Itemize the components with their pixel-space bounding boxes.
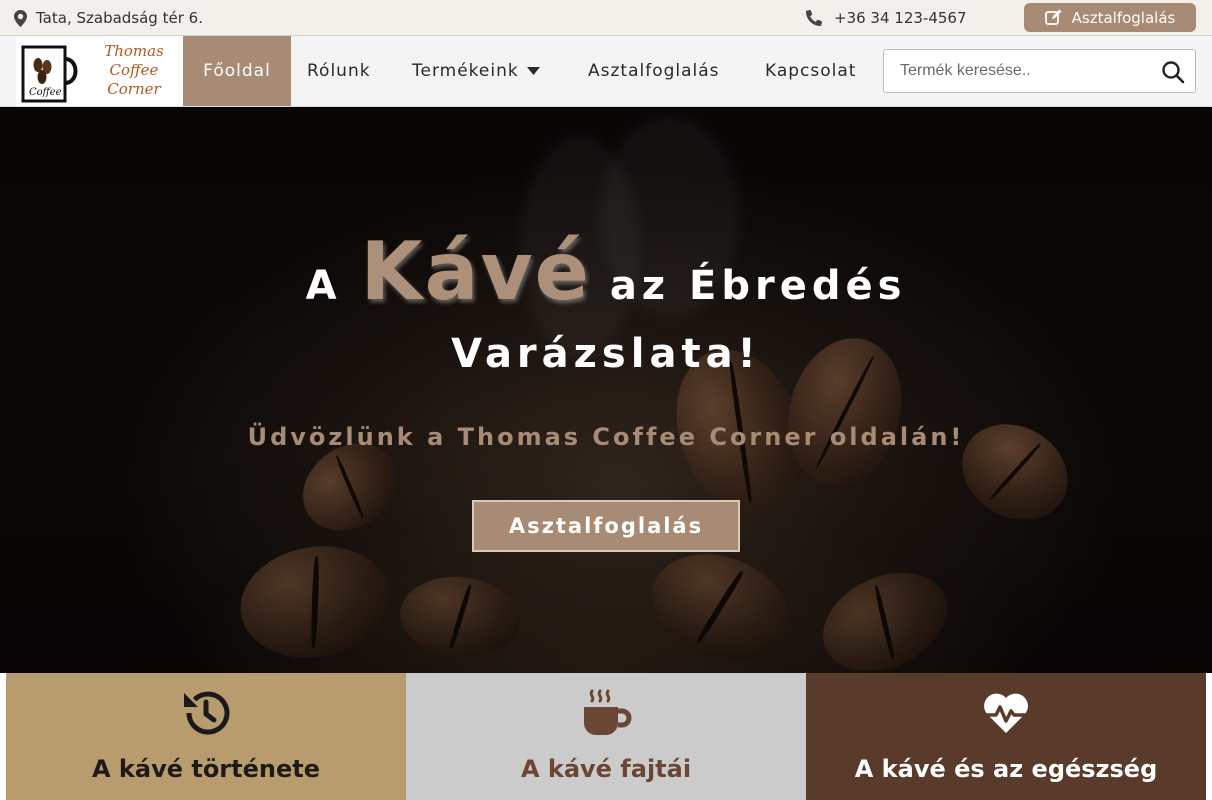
nav-item-home[interactable]: Főoldal [183,36,291,106]
coffee-cup-icon [584,689,632,735]
brand-line2: Corner [107,80,161,98]
hero-title-pre: A [305,263,342,309]
hero-title-post: az Ébredés [609,263,907,309]
hero-title-accent: Kávé [360,225,591,318]
address: Tata, Szabadság tér 6. [14,0,203,36]
mug-text: Coffee [29,87,62,98]
search-input[interactable] [884,50,1152,92]
nav-item-label: Rólunk [307,61,371,81]
edit-icon [1044,9,1062,25]
brand-name: Thomas Coffee Corner [88,42,180,99]
hero-subtitle: Üdvözlünk a Thomas Coffee Corner oldalán… [247,423,965,451]
search-icon[interactable] [1161,60,1185,84]
top-info-bar: Tata, Szabadság tér 6. +36 34 123-4567 A… [0,0,1212,36]
hero-overlay [0,107,1212,673]
phone-icon [806,10,822,26]
card-title: A kávé története [91,755,321,783]
hero-reserve-label: Asztalfoglalás [508,514,704,538]
nav-item-products[interactable]: Termékeink [412,36,540,106]
heartbeat-icon [984,693,1028,733]
search-box [883,49,1196,93]
history-icon [184,691,230,735]
main-navbar: Coffee Thomas Coffee Corner Főoldal Rólu… [0,36,1212,107]
top-reserve-label: Asztalfoglalás [1071,8,1176,27]
nav-item-about[interactable]: Rólunk [307,36,371,106]
nav-item-label: Kapcsolat [765,61,857,81]
map-pin-icon [14,9,27,27]
hero-title-line2: Varázslata! [451,331,761,377]
card-title: A kávé fajtái [520,755,692,783]
phone-number[interactable]: +36 34 123-4567 [806,0,967,36]
card-coffee-history[interactable]: A kávé története [6,673,406,800]
caret-down-icon [526,66,540,75]
hero-reserve-button[interactable]: Asztalfoglalás [472,500,740,552]
top-reserve-button[interactable]: Asztalfoglalás [1024,3,1196,32]
address-text: Tata, Szabadság tér 6. [36,9,203,27]
card-coffee-types[interactable]: A kávé fajtái [406,673,806,800]
card-title: A kávé és az egészség [854,755,1158,783]
hero-title: A Kávé az Ébredés Varázslata! [0,232,1212,385]
card-coffee-health[interactable]: A kávé és az egészség [806,673,1206,800]
hero-section: A Kávé az Ébredés Varázslata! Üdvözlünk … [0,107,1212,673]
nav-item-contact[interactable]: Kapcsolat [765,36,856,106]
brand-line1: Thomas Coffee [104,42,164,79]
phone-text: +36 34 123-4567 [834,9,967,27]
nav-item-label: Asztalfoglalás [588,61,720,81]
nav-item-label: Főoldal [203,61,271,81]
nav-item-label: Termékeink [412,61,519,81]
nav-item-reservation[interactable]: Asztalfoglalás [588,36,720,106]
logo[interactable]: Coffee Thomas Coffee Corner [16,36,183,106]
coffee-mug-logo-icon: Coffee [21,45,78,103]
